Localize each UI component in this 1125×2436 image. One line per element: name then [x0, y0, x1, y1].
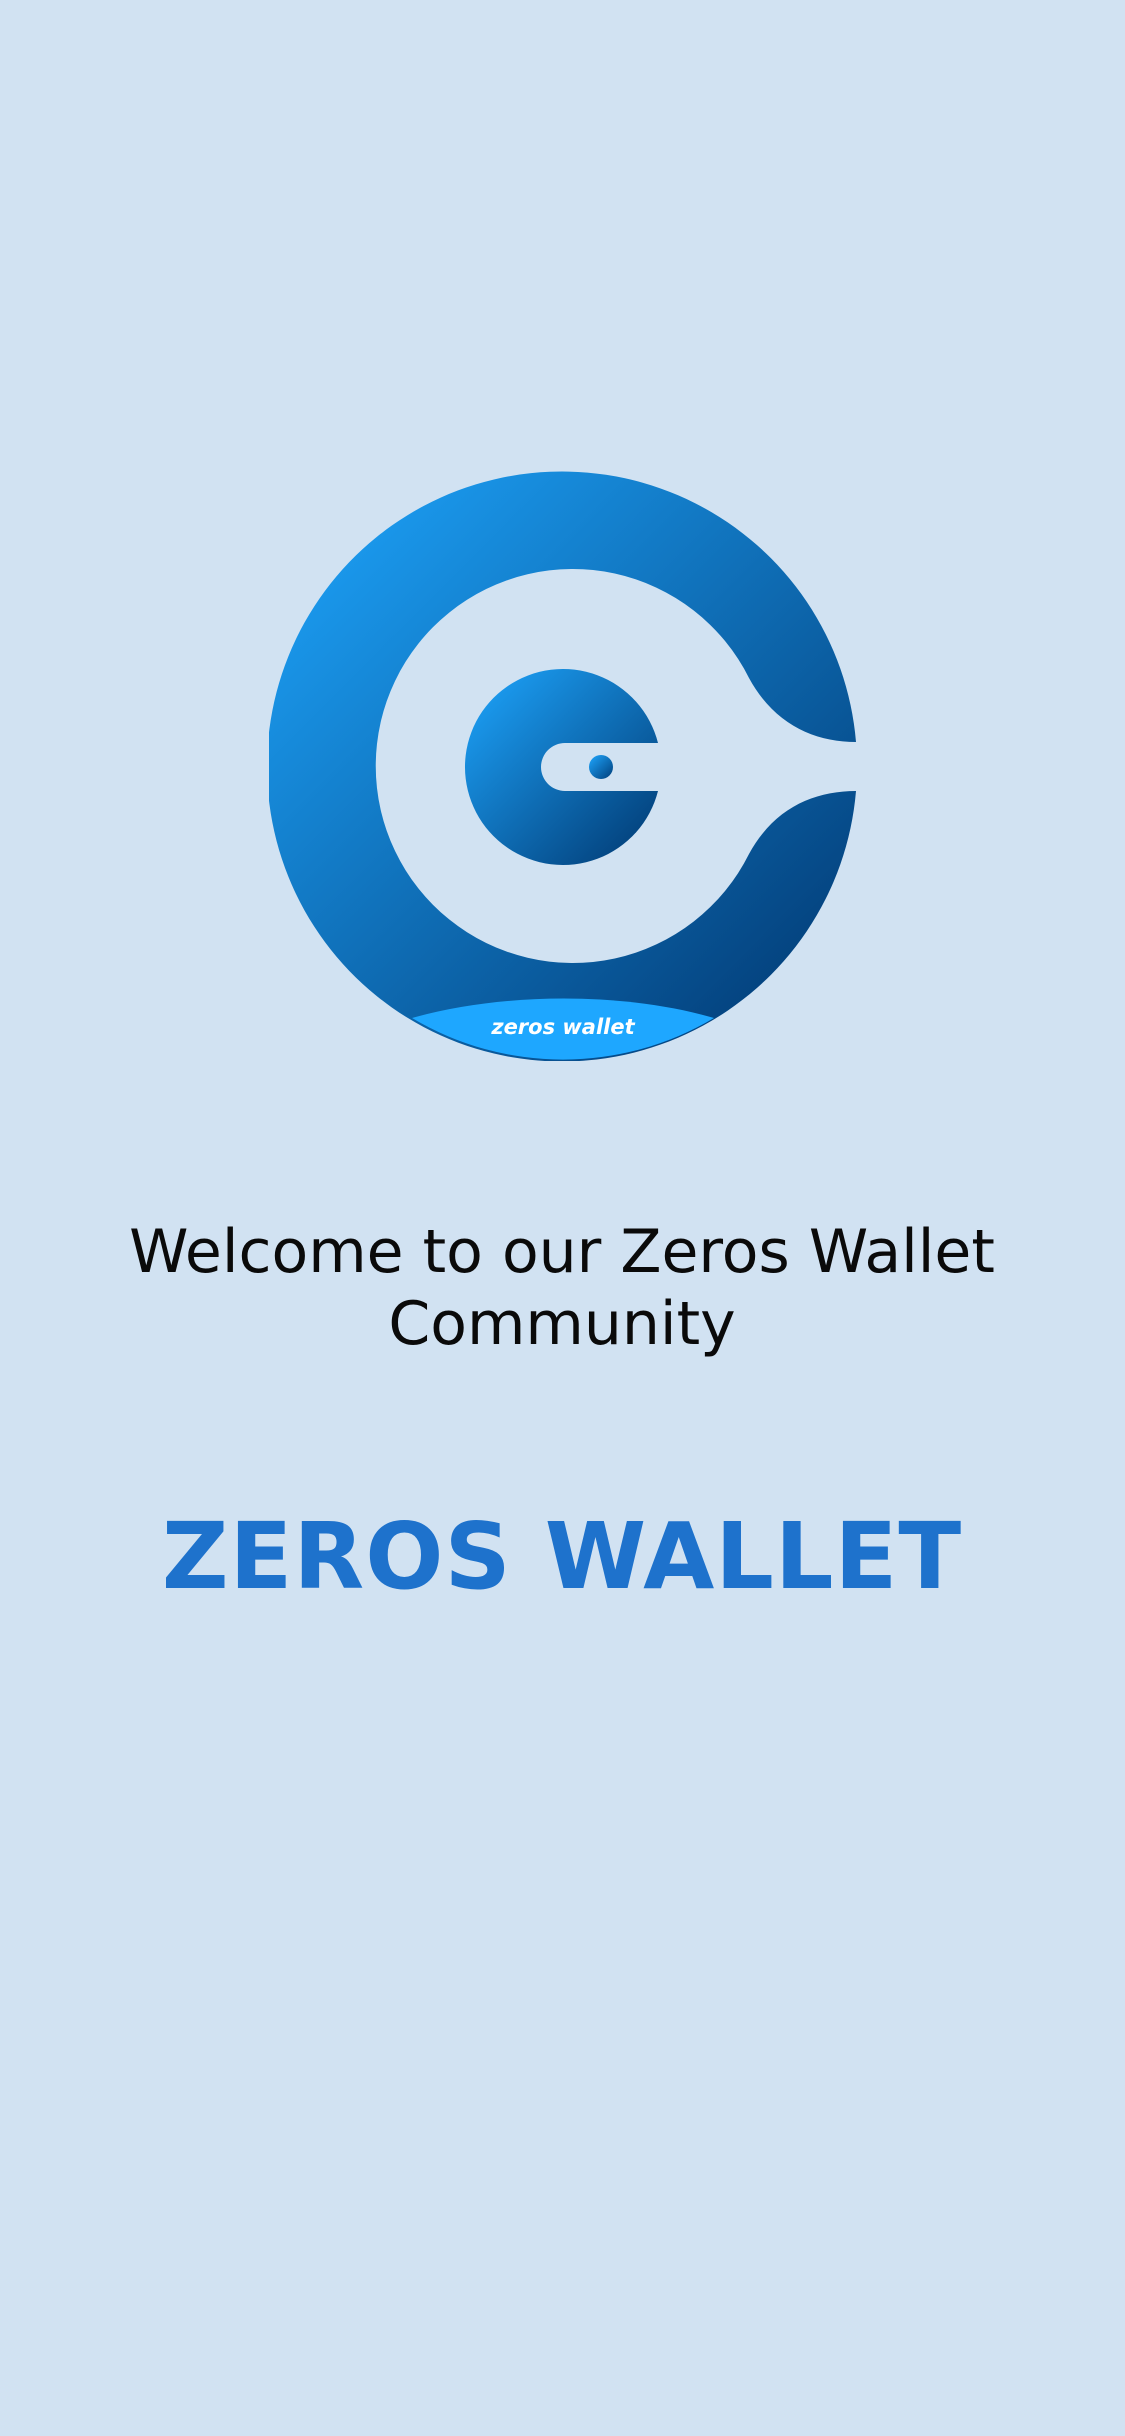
brand-title: ZEROS WALLET [161, 1503, 963, 1610]
zeros-wallet-logo-icon: zeros wallet [269, 471, 857, 1061]
logo-caption: zeros wallet [491, 1015, 635, 1039]
splash-screen: zeros wallet Welcome to our Zeros Wallet… [0, 0, 1125, 2436]
welcome-message: Welcome to our Zeros Wallet Community [129, 1217, 995, 1359]
